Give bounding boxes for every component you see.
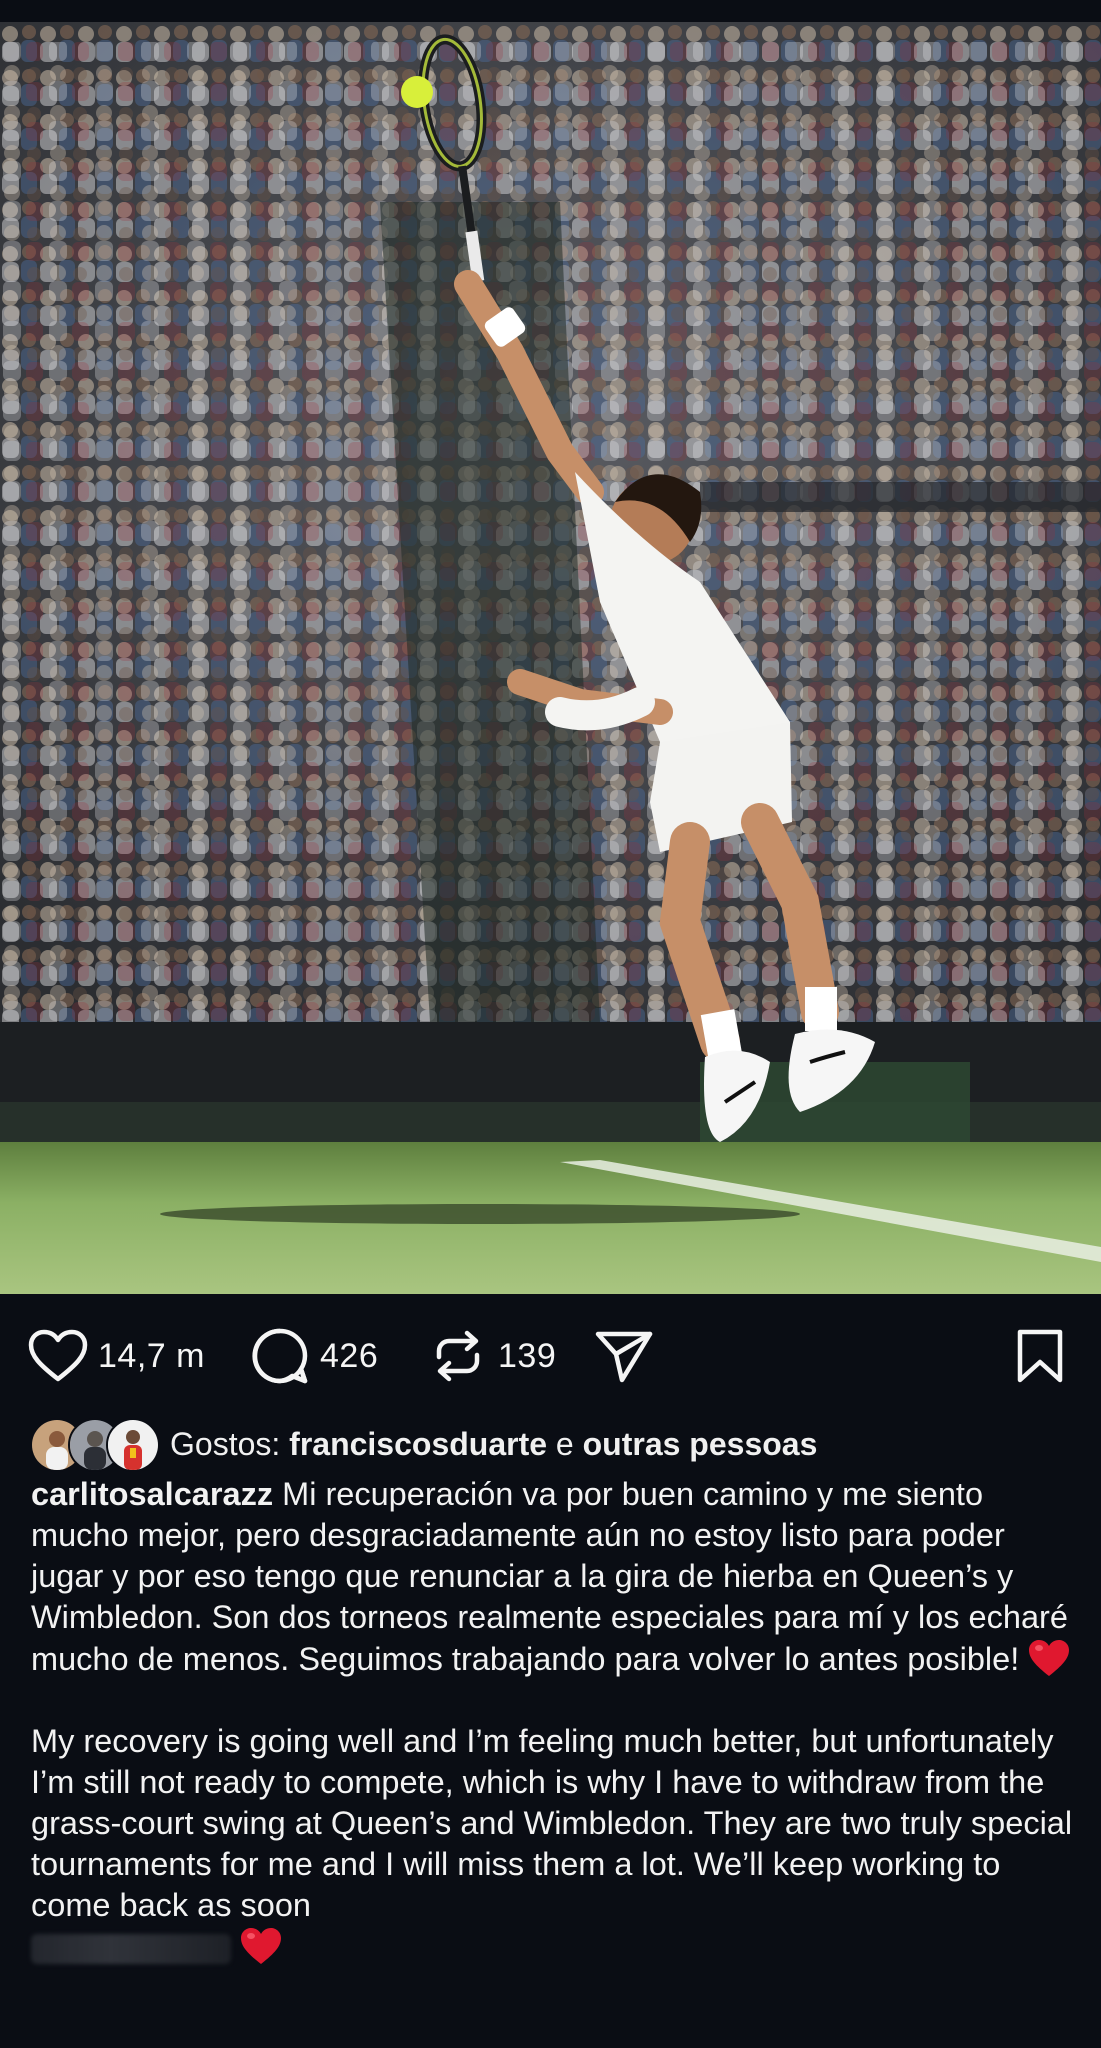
share-action[interactable]: [594, 1326, 654, 1386]
post-photo[interactable]: [0, 22, 1101, 1294]
liker-avatars[interactable]: [30, 1418, 160, 1472]
likes-connector: e: [547, 1425, 583, 1462]
comment-action[interactable]: 426: [250, 1326, 378, 1386]
likes-prefix: Gostos:: [170, 1425, 290, 1462]
caption-username[interactable]: carlitosalcarazz: [31, 1476, 273, 1512]
like-action[interactable]: 14,7 m: [28, 1326, 205, 1386]
comment-count: 426: [320, 1336, 379, 1375]
caption-english-paragraph: My recovery is going well and I’m feelin…: [31, 1721, 1081, 1968]
repost-icon[interactable]: [428, 1326, 488, 1386]
likes-text: Gostos: francisco­sduarte e outras pesso…: [170, 1426, 817, 1463]
share-icon[interactable]: [594, 1326, 654, 1386]
red-heart-emoji-icon: [239, 1926, 283, 1966]
post-caption: carlitosalcarazz Mi recuperación va por …: [31, 1474, 1081, 1968]
post-action-bar: 14,7 m 426 139: [0, 1294, 1101, 1418]
heart-icon[interactable]: [28, 1326, 88, 1386]
bookmark-icon[interactable]: [1010, 1326, 1070, 1386]
liker-username[interactable]: francisco­sduarte: [289, 1426, 547, 1462]
likes-summary[interactable]: Gostos: francisco­sduarte e outras pesso…: [30, 1418, 1070, 1472]
red-heart-emoji-icon: [1027, 1638, 1071, 1678]
repost-count: 139: [498, 1336, 557, 1375]
like-count: 14,7 m: [98, 1336, 205, 1375]
status-strip: [0, 0, 1101, 22]
repost-action[interactable]: 139: [428, 1326, 556, 1386]
caption-spanish-paragraph: carlitosalcarazz Mi recuperación va por …: [31, 1474, 1081, 1680]
others-link[interactable]: outras pessoas: [583, 1426, 818, 1462]
avatar[interactable]: [106, 1418, 160, 1472]
comment-icon[interactable]: [250, 1326, 310, 1386]
blurred-text-segment: [31, 1934, 231, 1964]
save-action[interactable]: [1010, 1326, 1070, 1386]
tennis-player-photo: [0, 22, 1101, 1294]
caption-english-text: My recovery is going well and I’m feelin…: [31, 1723, 1073, 1923]
